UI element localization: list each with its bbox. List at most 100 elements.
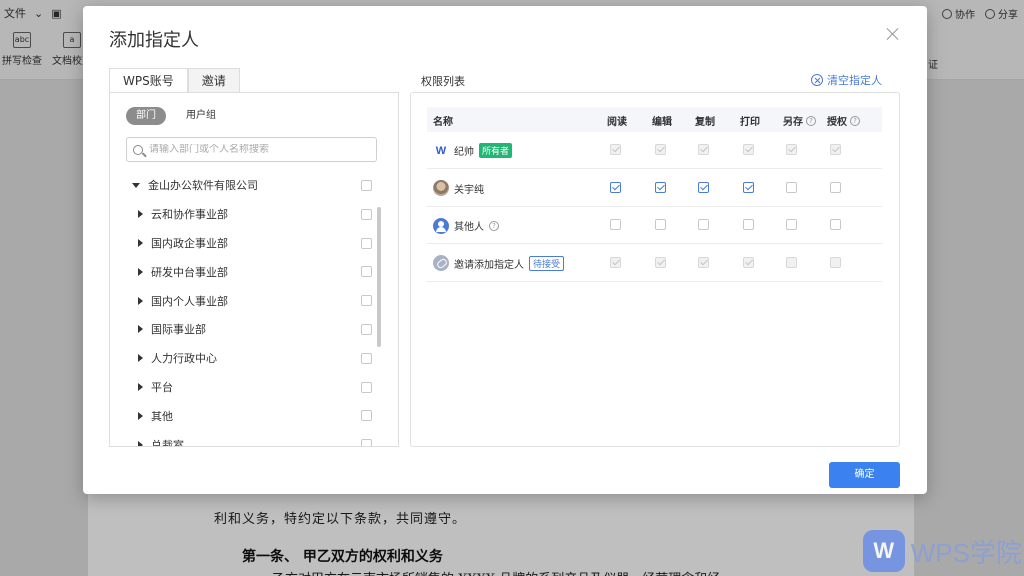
designee-name: 其他人: [454, 222, 484, 233]
tree-item[interactable]: 人力行政中心: [110, 344, 380, 373]
tree-item-checkbox[interactable]: [361, 237, 372, 249]
column-header: 阅读: [607, 117, 627, 128]
permission-checkbox: [743, 144, 754, 155]
permission-checkbox[interactable]: [698, 219, 709, 230]
tree-item-label: 国内政企事业部: [151, 236, 228, 250]
column-header: 编辑: [652, 117, 672, 128]
segment-department[interactable]: 部门: [126, 107, 166, 125]
permission-checkbox[interactable]: [610, 181, 621, 193]
tree-item-label: 总裁室: [151, 438, 184, 446]
tab-invite[interactable]: 邀请: [187, 68, 240, 93]
tree-item-checkbox[interactable]: [361, 381, 372, 393]
search-box: [126, 137, 377, 162]
caret-right-icon[interactable]: [138, 238, 143, 247]
tree-item[interactable]: 国内政企事业部: [110, 229, 380, 258]
tree-item-checkbox[interactable]: [361, 208, 372, 220]
permission-checkbox: [830, 256, 841, 268]
help-icon[interactable]: ?: [489, 220, 499, 231]
caret-right-icon[interactable]: [138, 210, 143, 219]
tree-item-label: 国内个人事业部: [151, 294, 228, 308]
confirm-button[interactable]: 确定: [829, 462, 900, 488]
tree-item[interactable]: 总裁室: [110, 430, 380, 446]
help-icon[interactable]: ?: [850, 115, 860, 126]
permission-checkbox[interactable]: [655, 181, 666, 193]
caret-right-icon[interactable]: [138, 267, 143, 276]
tree-item[interactable]: 平台: [110, 373, 380, 402]
permission-checkbox[interactable]: [655, 219, 666, 230]
caret-right-icon[interactable]: [138, 354, 143, 363]
caret-down-icon[interactable]: [132, 182, 140, 188]
permission-table-header: 名称 阅读 编辑 复制 打印 另存? 授权?: [427, 107, 882, 132]
permission-checkbox[interactable]: [786, 219, 797, 230]
user-icon: [433, 217, 449, 234]
permission-row-name: W 纪帅 所有者: [433, 132, 513, 169]
tree-item[interactable]: 云和协作事业部: [110, 200, 380, 229]
clear-designees-button[interactable]: 清空指定人: [811, 72, 882, 88]
tree-item-label: 平台: [151, 380, 173, 394]
permission-checkbox: [786, 256, 797, 268]
permission-row-name: 邀请添加指定人 待接受: [433, 245, 565, 282]
add-designee-dialog: 添加指定人 WPS账号 邀请 部门 用户组 金山办公软件有限公司云和协作事业部国…: [83, 6, 927, 494]
tree-item-checkbox[interactable]: [361, 410, 372, 422]
tree-item-checkbox[interactable]: [361, 266, 372, 278]
tree-item-checkbox[interactable]: [361, 295, 372, 307]
permission-checkbox: [698, 144, 709, 155]
permission-checkbox: [655, 256, 666, 268]
tree-item-checkbox[interactable]: [361, 323, 372, 335]
designee-name: 纪帅: [454, 147, 474, 158]
watermark: W WPS学院: [862, 530, 1022, 572]
permission-checkbox: [698, 256, 709, 268]
close-icon[interactable]: [885, 26, 901, 42]
column-header: 打印: [740, 117, 760, 128]
tree-item[interactable]: 国内个人事业部: [110, 286, 380, 315]
caret-right-icon[interactable]: [138, 411, 143, 420]
account-tabs: WPS账号 邀请: [109, 68, 240, 93]
watermark-text: WPS学院: [910, 537, 1022, 568]
help-icon[interactable]: ?: [806, 115, 816, 126]
permission-panel: 名称 阅读 编辑 复制 打印 另存? 授权? W 纪帅 所有者 关宇纯 其他人? 邀请添加指定人 待接受: [410, 92, 900, 447]
tree-item-label: 金山办公软件有限公司: [148, 179, 258, 193]
org-panel: 部门 用户组 金山办公软件有限公司云和协作事业部国内政企事业部研发中台事业部国内…: [109, 92, 399, 447]
segment-user-group[interactable]: 用户组: [176, 107, 226, 125]
wps-logo-icon: W: [435, 144, 447, 157]
designee-name: 邀请添加指定人: [454, 259, 524, 271]
tree-item[interactable]: 研发中台事业部: [110, 257, 380, 286]
permission-checkbox: [610, 144, 621, 155]
tree-item-checkbox[interactable]: [361, 180, 372, 191]
permission-checkbox: [830, 144, 841, 155]
permission-row-name: 关宇纯: [433, 170, 484, 207]
tree-item[interactable]: 其他: [110, 401, 380, 430]
search-input[interactable]: [149, 144, 369, 155]
search-icon: [133, 144, 143, 155]
permission-checkbox[interactable]: [830, 219, 841, 230]
permission-checkbox: [743, 256, 754, 268]
permission-checkbox[interactable]: [743, 181, 754, 193]
tab-wps-account[interactable]: WPS账号: [109, 68, 188, 93]
permission-row: 其他人?: [427, 207, 882, 244]
tree-item-checkbox[interactable]: [361, 352, 372, 364]
caret-right-icon[interactable]: [138, 296, 143, 305]
permission-checkbox[interactable]: [830, 181, 841, 193]
link-icon: [433, 255, 449, 271]
permission-checkbox: [786, 144, 797, 155]
designee-name: 关宇纯: [454, 184, 484, 196]
tree-item[interactable]: 金山办公软件有限公司: [110, 171, 380, 200]
permission-checkbox[interactable]: [786, 181, 797, 193]
tree-scrollbar[interactable]: [377, 207, 381, 347]
permission-checkbox[interactable]: [610, 219, 621, 230]
tree-item-checkbox[interactable]: [361, 439, 372, 446]
tree-item[interactable]: 国际事业部: [110, 315, 380, 344]
permission-checkbox: [610, 256, 621, 268]
caret-right-icon[interactable]: [138, 440, 143, 446]
tree-item-label: 研发中台事业部: [151, 265, 228, 279]
avatar: [433, 180, 449, 196]
permission-checkbox[interactable]: [698, 181, 709, 193]
caret-right-icon[interactable]: [138, 382, 143, 391]
tree-item-label: 云和协作事业部: [151, 208, 228, 222]
permission-checkbox[interactable]: [743, 219, 754, 230]
column-header: 复制: [695, 117, 715, 128]
owner-badge: 所有者: [479, 143, 513, 158]
caret-right-icon[interactable]: [138, 325, 143, 334]
column-header: 名称: [433, 117, 453, 128]
tree-item-label: 国际事业部: [151, 323, 206, 337]
